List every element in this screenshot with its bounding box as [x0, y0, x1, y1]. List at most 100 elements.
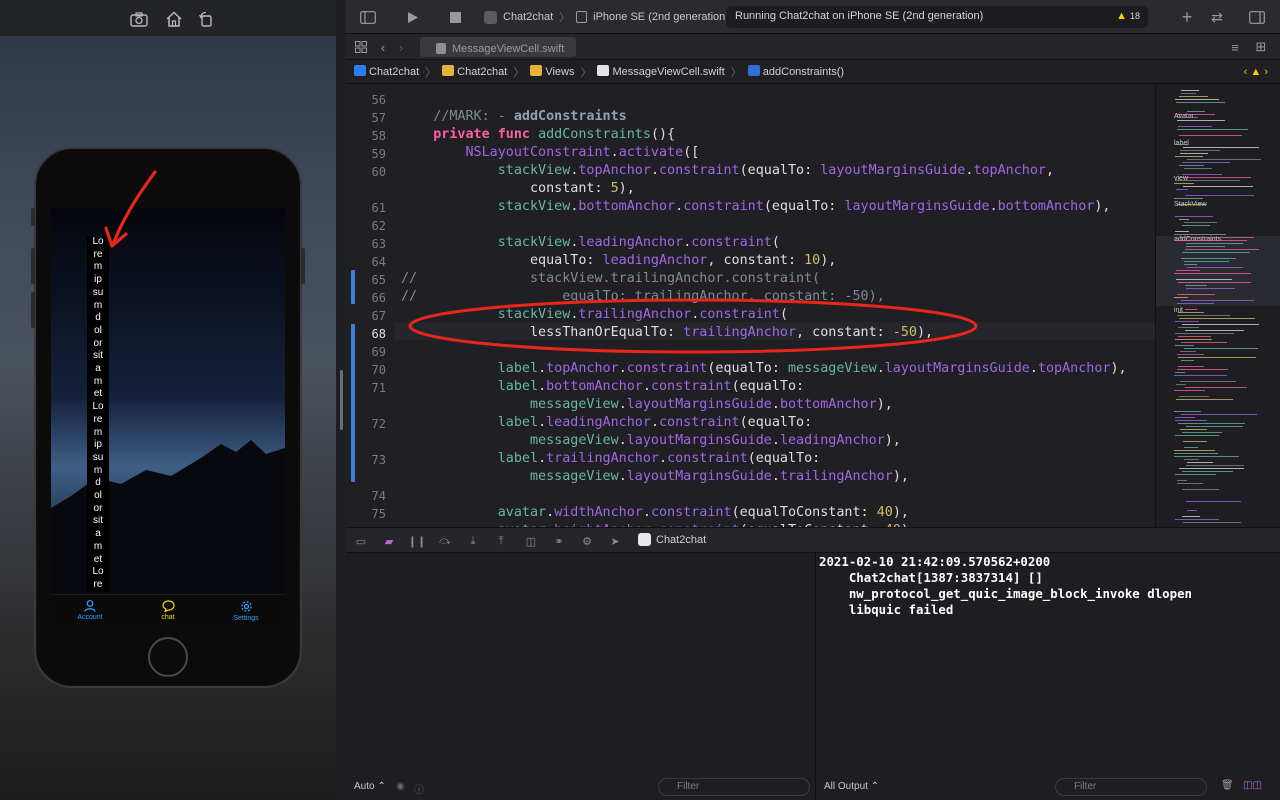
device-screen[interactable]: Lo re m ip su m d ol or sit a m et Lo re m ip su m d ol or sit… [51, 208, 285, 626]
pause-icon[interactable]: ❙❙ [408, 534, 426, 548]
minimap-line [1177, 369, 1228, 370]
location-icon[interactable]: ➤ [608, 534, 622, 548]
add-icon[interactable]: + [1178, 7, 1196, 27]
jumpbar-file[interactable]: MessageViewCell.swift [597, 65, 725, 78]
line-number: 66 [371, 291, 386, 305]
jumpbar-project[interactable]: Chat2chat [354, 65, 419, 78]
minimap-line [1182, 489, 1219, 490]
code-review-icon[interactable]: ⇄ [1208, 8, 1226, 26]
rotate-icon[interactable] [196, 10, 216, 28]
scheme-selector[interactable]: Chat2chat 〉 iPhone SE (2nd generation) [484, 9, 729, 25]
memory-graph-icon[interactable]: ⚭ [552, 534, 566, 548]
debug-bar: ▭ ▰ ❙❙ ⤼ ⤓ ⤒ ◫ ⚭ ⚙ ➤ Chat2chat [346, 527, 1280, 553]
minimap-line [1176, 114, 1215, 115]
minimap-line [1184, 168, 1212, 169]
minimap-line [1178, 357, 1256, 358]
line-number: 72 [371, 417, 386, 431]
minimap-line [1182, 225, 1210, 226]
step-out-icon[interactable]: ⤒ [494, 534, 508, 548]
warning-count[interactable]: ▲ 18 [1116, 10, 1140, 22]
minimap-line [1175, 156, 1203, 157]
scheme-name: Chat2chat [503, 11, 554, 23]
stop-icon[interactable] [446, 8, 464, 26]
back-icon[interactable]: ‹ [374, 38, 392, 56]
code-line-65: // stackView.trailingAnchor.constraint( [401, 271, 821, 286]
tab-account[interactable]: Account [60, 600, 120, 621]
eye-icon[interactable]: ◉ [396, 781, 405, 792]
minimap-line [1175, 339, 1212, 340]
view-hierarchy-icon[interactable]: ◫ [524, 534, 538, 548]
tab-messageviewcell[interactable]: MessageViewCell.swift [420, 37, 576, 57]
step-into-icon[interactable]: ⤓ [466, 534, 480, 548]
minimap-line [1181, 258, 1236, 259]
lorem-fragment: re [93, 413, 103, 425]
breakpoints-icon[interactable]: ▰ [382, 534, 396, 548]
lorem-fragment: m [93, 299, 103, 311]
line-number: 62 [371, 219, 386, 233]
minimap[interactable]: Avatar label view StackView addConstrain… [1155, 84, 1280, 527]
line-number: 73 [371, 453, 386, 467]
split-resize-handle[interactable] [340, 370, 343, 430]
code-line-57: //MARK: - addConstraints [433, 109, 627, 124]
hide-debug-area-icon[interactable]: ▭ [354, 534, 368, 548]
jumpbar-method[interactable]: addConstraints() [747, 65, 844, 78]
jumpbar-warning-icon[interactable]: ‹ ▲ › [1244, 66, 1268, 78]
tab-chat[interactable]: chat [138, 600, 198, 621]
console-filter-input[interactable]: Filter [1055, 778, 1207, 796]
activity-status: Running Chat2chat on iPhone SE (2nd gene… [726, 6, 1148, 28]
app-icon [638, 533, 651, 546]
inspector-toggle-icon[interactable] [1248, 8, 1266, 26]
minimap-line [1179, 219, 1189, 220]
line-number: 63 [371, 237, 386, 251]
forward-icon[interactable]: › [392, 38, 410, 56]
info-icon[interactable]: ⓘ [414, 781, 424, 796]
minimap-line [1175, 372, 1185, 373]
step-over-icon[interactable]: ⤼ [438, 534, 452, 548]
split-editor-icon[interactable]: ⊞ [1252, 38, 1270, 56]
minimap-line [1184, 348, 1258, 349]
minimap-line [1174, 450, 1215, 451]
screenshot-icon[interactable] [129, 10, 149, 28]
code-line-60-cont: constant: 5), [401, 181, 635, 196]
minimap-line [1182, 324, 1259, 325]
minimap-line [1181, 93, 1196, 94]
source-editor[interactable]: 56 57 58 59 60 61 62 63 64 65 66 67 68 69 70 71 72 73 74 75… [346, 84, 1155, 527]
code-line-61: stackView.bottomAnchor.constraint(equalT… [497, 199, 1111, 214]
split-console-icon[interactable]: ◫◫ [1243, 780, 1262, 791]
line-number: 70 [371, 363, 386, 377]
tab-account-label: Account [77, 614, 103, 621]
editor-options-icon[interactable]: ≡ [1226, 38, 1244, 56]
minimap-line [1175, 474, 1216, 475]
message-stack-text: Lo re m ip su m d ol or sit a m et Lo re m ip su m d ol or sit… [87, 236, 109, 592]
run-icon[interactable] [404, 8, 422, 26]
minimap-line [1174, 297, 1188, 298]
minimap-line [1178, 366, 1204, 367]
minimap-line [1177, 120, 1225, 121]
tab-settings[interactable]: Settings [216, 600, 276, 622]
minimap-line [1178, 312, 1204, 313]
variables-filter-input[interactable]: Filter [658, 778, 810, 796]
jumpbar-views-folder[interactable]: Views [530, 65, 574, 78]
minimap-line [1183, 147, 1259, 148]
trash-icon[interactable]: 🗑 [1221, 780, 1234, 791]
gear-icon [240, 600, 252, 612]
auto-selector[interactable]: Auto ⌃ [354, 781, 386, 792]
console-view[interactable]: 2021-02-10 21:42:09.570562+0200 Chat2cha… [817, 553, 1280, 800]
home-button[interactable] [148, 637, 188, 677]
lorem-fragment: m [93, 375, 103, 387]
output-selector[interactable]: All Output ⌃ [824, 781, 879, 792]
debug-target[interactable]: Chat2chat [638, 533, 706, 546]
console-line: nw_protocol_get_quic_image_block_invoke … [819, 586, 1192, 601]
minimap-line [1179, 318, 1255, 319]
jumpbar-group[interactable]: Chat2chat [442, 65, 507, 78]
home-icon[interactable] [164, 10, 184, 28]
sidebar-toggle-icon[interactable] [359, 8, 377, 26]
minimap-line [1182, 432, 1222, 433]
environment-icon[interactable]: ⚙ [580, 534, 594, 548]
line-number: 56 [371, 93, 386, 107]
minimap-line [1186, 426, 1243, 427]
minimap-line [1178, 282, 1251, 283]
variables-view[interactable]: Auto ⌃ ◉ ⓘ Filter [346, 553, 816, 800]
code-line-73-cont: messageView.layoutMarginsGuide.trailingA… [530, 469, 909, 484]
grid-icon[interactable] [352, 38, 370, 56]
